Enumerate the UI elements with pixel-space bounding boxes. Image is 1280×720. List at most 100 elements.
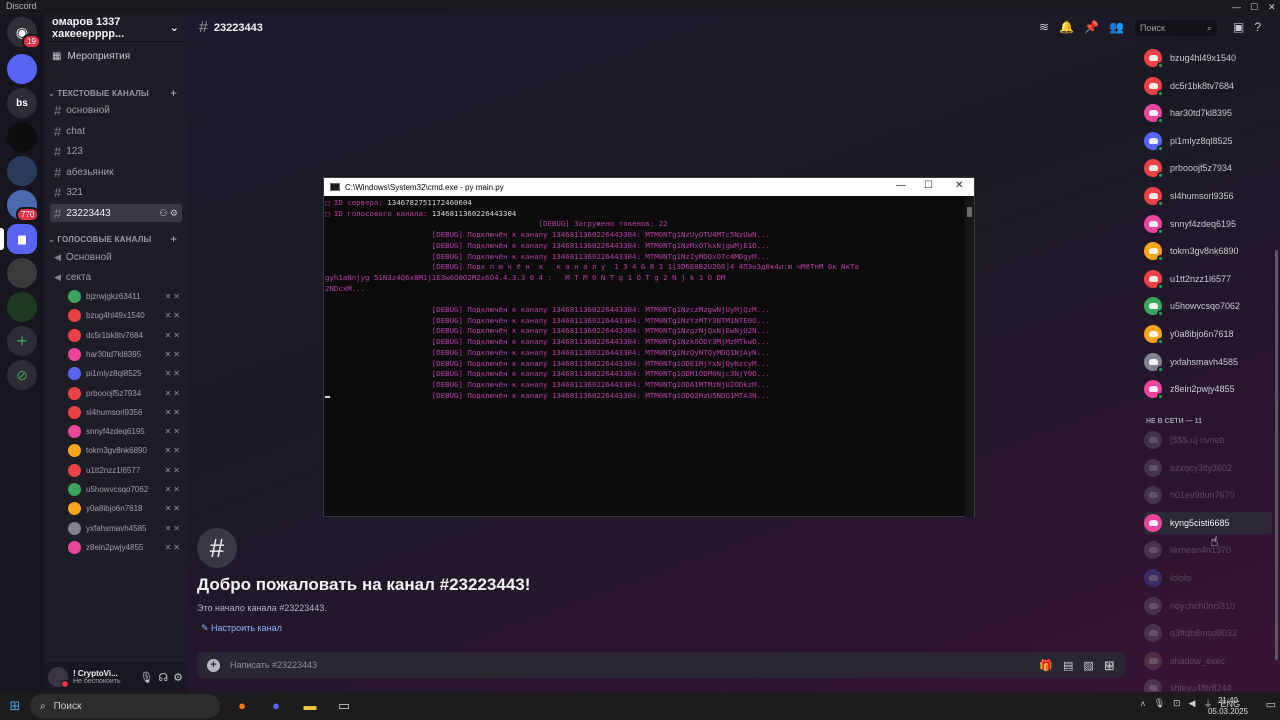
member-item[interactable]: tokm3gv8nk6890 — [1144, 240, 1272, 263]
apps-icon[interactable]: ⊞ — [1104, 658, 1115, 674]
server-icon-4[interactable] — [7, 156, 37, 186]
volume-icon[interactable]: ◀ — [1189, 698, 1196, 709]
voice-user[interactable]: prbooojf5z7934 ✕✕ — [68, 385, 182, 402]
member-item[interactable]: har30td7kl8395 — [1144, 102, 1272, 125]
discord-icon[interactable]: ● — [266, 698, 286, 714]
voice-user[interactable]: z8ein2pwjy4855 ✕✕ — [68, 539, 182, 556]
setup-channel-link[interactable]: ✎ Настроить канал — [201, 623, 282, 634]
member-item[interactable]: h01ev9dun7670 — [1144, 484, 1272, 506]
add-text-channel-button[interactable]: + — [170, 86, 177, 100]
cmd-scrollbar[interactable] — [965, 197, 974, 517]
gif-icon[interactable]: ▤ — [1063, 659, 1073, 672]
add-server-button[interactable]: + — [7, 326, 37, 356]
microphone-icon[interactable]: 🎙 — [139, 671, 153, 684]
voice-user[interactable]: har30td7kl8395 ✕✕ — [68, 346, 182, 363]
channel-item-active[interactable]: #23223443 ⚇ ⚙ — [50, 204, 182, 222]
taskbar-search[interactable]: ⌕ Поиск — [30, 694, 220, 718]
discover-button[interactable]: ⊘ — [7, 360, 37, 390]
headphones-icon[interactable]: ☊ — [158, 671, 168, 684]
server-header[interactable]: омаров 1337 хакееерррр... ⌄ — [44, 14, 187, 42]
server-icon-6[interactable] — [7, 258, 37, 288]
voice-user[interactable]: snnyf4zdeq6195 ✕✕ — [68, 423, 182, 440]
cmd-close-button[interactable]: ✕ — [955, 180, 963, 191]
member-item[interactable]: bzug4hl49x1540 — [1144, 47, 1272, 69]
cmd-maximize-button[interactable]: ☐ — [924, 180, 933, 191]
members-icon[interactable]: 👥 — [1109, 20, 1124, 34]
member-item[interactable]: noychch0ncl310 — [1144, 595, 1272, 617]
voice-user[interactable]: u1tt2nzz1l6577 ✕✕ — [68, 462, 182, 479]
member-item[interactable]: kyng5cisti6685 — [1144, 511, 1272, 534]
member-item[interactable]: shleyu48tr8244 — [1144, 677, 1272, 692]
voice-user[interactable]: y0a8ibjo6n7618 ✕✕ — [68, 500, 182, 517]
message-composer[interactable]: + Написать #23223443 🎁 ▤ ▧ ☺ — [197, 652, 1125, 678]
member-item[interactable]: likmean4n1370 — [1144, 539, 1272, 561]
member-item[interactable]: z8ein2pwjy4855 — [1144, 378, 1272, 401]
firefox-icon[interactable]: ● — [232, 698, 252, 714]
cmd-titlebar[interactable]: C:\Windows\System32\cmd.exe - py main.py… — [324, 178, 974, 196]
bell-icon[interactable]: 🔔 — [1059, 20, 1074, 34]
channel-item[interactable]: # chat — [50, 122, 182, 140]
terminal-icon[interactable]: ▭ — [334, 698, 354, 714]
windows-start-icon[interactable]: ⊞ — [0, 698, 30, 714]
member-item[interactable]: y0a8ibjo6n7618 — [1144, 323, 1272, 345]
help-icon[interactable]: ? — [1254, 20, 1261, 34]
voice-user[interactable]: bzug4hl49x1540 ✕✕ — [68, 307, 182, 324]
channel-item[interactable]: #123 — [50, 142, 182, 160]
chevron-up-icon[interactable]: ˄ — [1140, 699, 1145, 709]
category-text-channels[interactable]: ⌄ ТЕКСТОВЫЕ КАНАЛЫ — [48, 89, 149, 98]
member-item[interactable]: shadow_exec — [1144, 650, 1272, 672]
attach-button[interactable]: + — [207, 658, 220, 672]
member-item[interactable]: u5howvcsqo7062 — [1144, 295, 1272, 318]
member-item[interactable]: sl4humsorl9356 — [1144, 185, 1272, 207]
server-icon-1[interactable] — [7, 54, 37, 84]
minimize-button[interactable]: — — [1232, 0, 1241, 14]
server-icon-7[interactable] — [7, 292, 37, 322]
channel-settings-icons[interactable]: ⚇ ⚙ — [159, 208, 178, 219]
server-icon-3[interactable] — [7, 122, 37, 152]
inbox-icon[interactable]: ▣ — [1233, 20, 1244, 34]
threads-icon[interactable]: ≋ — [1039, 20, 1049, 34]
voice-user[interactable]: dc5r1bk8tv7684 ✕✕ — [68, 327, 182, 344]
sticker-icon[interactable]: ▧ — [1083, 659, 1093, 672]
member-item[interactable]: [$$$.u] rivneb — [1144, 429, 1272, 451]
maximize-button[interactable]: ☐ — [1250, 0, 1258, 14]
voice-channel-item[interactable]: ◀ Основной — [50, 248, 182, 266]
channel-item[interactable]: #321 — [50, 183, 182, 201]
gear-icon[interactable]: ⚙ — [173, 671, 183, 684]
server-icon-2[interactable]: bs — [7, 88, 37, 118]
member-item[interactable]: prbooojf5z7934 — [1144, 157, 1272, 180]
add-voice-channel-button[interactable]: + — [170, 232, 177, 246]
voice-user[interactable]: pi1mlyz8ql8525 ✕✕ — [68, 365, 182, 382]
voice-user[interactable]: tokm3gv8nk6890 ✕✕ — [68, 442, 182, 459]
member-item[interactable]: dc5r1bk8tv7684 — [1144, 75, 1272, 97]
member-item[interactable]: q3ftqb8msd9033 — [1144, 622, 1272, 644]
search-input[interactable]: Поиск ⌕ — [1135, 20, 1217, 36]
pin-icon[interactable]: 📌 — [1084, 20, 1099, 34]
channel-item[interactable]: # основной — [50, 101, 182, 119]
close-button[interactable]: ✕ — [1268, 0, 1276, 14]
member-item[interactable]: u1tt2nzz1l6577 — [1144, 268, 1272, 290]
notifications-icon[interactable]: ▭ — [1266, 698, 1276, 711]
network-icon[interactable]: ⊡ — [1173, 698, 1181, 709]
member-list-scrollbar[interactable] — [1275, 250, 1278, 660]
member-item[interactable]: snnyf4zdeq6195 — [1144, 213, 1272, 235]
gift-icon[interactable]: 🎁 — [1039, 659, 1053, 672]
member-item[interactable]: pi1mlyz8ql8525 — [1144, 130, 1272, 152]
microphone-icon[interactable]: 🎙 — [1154, 698, 1165, 709]
message-input[interactable]: Написать #23223443 — [230, 660, 1029, 670]
member-item[interactable]: yxfahsmavh4585 — [1144, 351, 1272, 373]
avatar[interactable] — [48, 667, 69, 688]
voice-channel-item[interactable]: ◀ секта — [50, 268, 182, 286]
voice-user[interactable]: sl4humsorl9356 ✕✕ — [68, 404, 182, 421]
clock[interactable]: 21:40 05.03.2025 — [1208, 695, 1248, 717]
cmd-minimize-button[interactable]: — — [896, 180, 906, 191]
voice-user[interactable]: bjzrwjgkz63411 ✕✕ — [68, 288, 182, 305]
channel-item[interactable]: # абезьяник — [50, 163, 182, 181]
voice-user[interactable]: yxfahsmavh4585 ✕✕ — [68, 520, 182, 537]
events-item[interactable]: ▦ Мероприятия — [52, 51, 130, 62]
category-voice-channels[interactable]: ⌄ ГОЛОСОВЫЕ КАНАЛЫ — [48, 235, 152, 244]
member-item[interactable]: azxqcy3lty3602 — [1144, 457, 1272, 479]
server-icon-active[interactable]: ▆ — [7, 224, 37, 254]
voice-user[interactable]: u5howvcsqo7062 ✕✕ — [68, 481, 182, 498]
member-item[interactable]: lololo — [1144, 567, 1272, 589]
